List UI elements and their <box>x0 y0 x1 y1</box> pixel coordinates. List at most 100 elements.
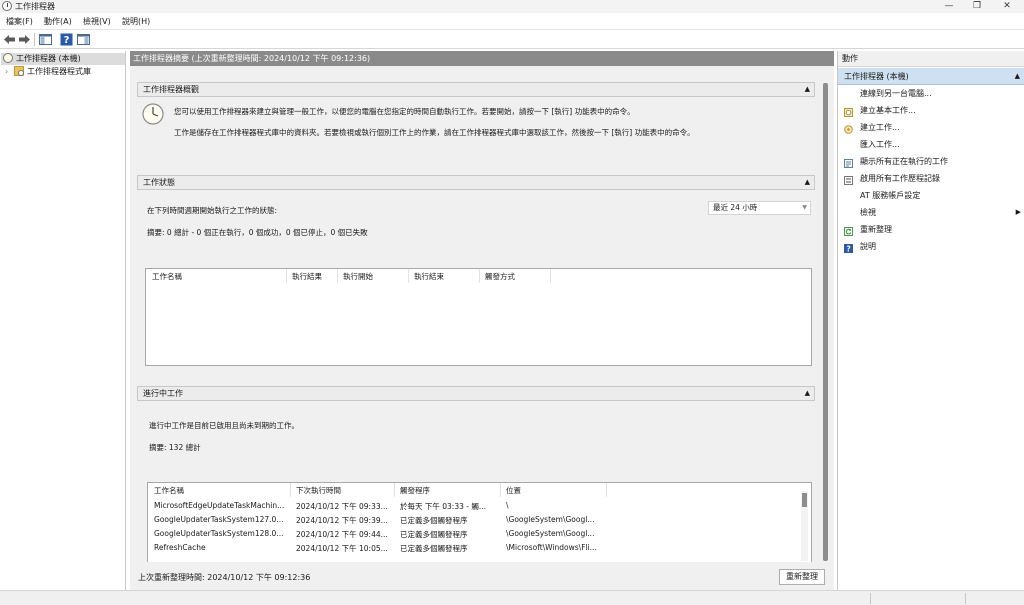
cell-task-name: RefreshCache <box>154 543 206 552</box>
menu-bar: 檔案(F) 動作(A) 檢視(V) 說明(H) <box>0 13 1024 30</box>
column-header-task-name[interactable]: 工作名稱 <box>152 271 182 282</box>
time-period-select[interactable]: 最近 24 小時 ▼ <box>708 201 811 215</box>
active-tasks-grid[interactable]: 工作名稱 下次執行時間 觸發程序 位置 MicrosoftEdgeUpdateT… <box>147 482 812 562</box>
minimize-button[interactable]: — <box>934 0 964 13</box>
last-refresh-time: 上次重新整理時間: 2024/10/12 下午 09:12:36 <box>138 573 311 582</box>
column-header-run-end[interactable]: 執行結束 <box>414 271 444 282</box>
section-title: 工作狀態 <box>143 178 175 187</box>
cell-location: \ <box>506 501 509 510</box>
help-icon[interactable]: ? <box>60 33 73 46</box>
submenu-arrow-icon: ▶ <box>1015 208 1021 216</box>
overview-text-2: 工作是儲存在工作排程器程式庫中的資料夾。若要檢視或執行個別工作上的作業，請在工作… <box>174 128 695 137</box>
collapse-caret-icon[interactable]: ▲ <box>805 83 810 96</box>
action-label: AT 服務帳戶設定 <box>860 191 921 200</box>
column-header-run-result[interactable]: 執行結果 <box>292 271 322 282</box>
menu-action[interactable]: 動作(A) <box>44 16 72 27</box>
grid-scrollbar-thumb[interactable] <box>802 493 807 507</box>
column-divider[interactable] <box>479 269 480 283</box>
action-at-service-account[interactable]: AT 服務帳戶設定 <box>838 187 1024 204</box>
grid-scrollbar[interactable] <box>801 491 808 561</box>
overview-section-body: 您可以使用工作排程器來建立與管理一般工作，以便您的電腦在您指定的時間自動執行工作… <box>137 98 815 166</box>
active-tasks-section-header[interactable]: 進行中工作 ▲ <box>137 386 815 401</box>
column-divider[interactable] <box>550 269 551 283</box>
time-period-value: 最近 24 小時 <box>713 203 758 212</box>
collapse-caret-icon[interactable]: ▲ <box>805 387 810 400</box>
collapse-caret-icon[interactable]: ▲ <box>1015 68 1020 85</box>
action-import-task[interactable]: 匯入工作... <box>838 136 1024 153</box>
actions-group-label: 工作排程器 (本機) <box>844 72 909 81</box>
show-hide-action-pane-icon[interactable] <box>77 33 90 46</box>
tree-item-task-scheduler-local[interactable]: 工作排程器 (本機) <box>1 53 125 65</box>
action-create-basic-task[interactable]: 建立基本工作... <box>838 102 1024 119</box>
action-label: 匯入工作... <box>860 140 900 149</box>
cell-next-run: 2024/10/12 下午 09:44... <box>296 530 388 539</box>
active-tasks-section-body: 進行中工作是目前已啟用且尚未到期的工作。 摘要: 132 總計 工作名稱 下次執… <box>137 402 815 562</box>
overview-section-header[interactable]: 工作排程器概觀 ▲ <box>137 82 815 97</box>
column-header-run-start[interactable]: 執行開始 <box>343 271 373 282</box>
column-divider[interactable] <box>606 483 607 497</box>
action-label: 檢視 <box>860 208 876 217</box>
cell-location: \GoogleSystem\Googl... <box>506 515 595 524</box>
column-divider[interactable] <box>290 483 291 497</box>
action-view[interactable]: 檢視 ▶ <box>838 204 1024 221</box>
tree-item-task-library[interactable]: › 工作排程器程式庫 <box>5 66 125 78</box>
action-label: 建立工作... <box>860 123 900 132</box>
summary-scrollbar-thumb[interactable] <box>823 83 828 561</box>
cell-location: \Microsoft\Windows\Fli... <box>506 543 597 552</box>
cell-task-name: MicrosoftEdgeUpdateTaskMachin... <box>154 501 285 510</box>
action-label: 啟用所有工作歷程記錄 <box>860 174 940 183</box>
close-button[interactable]: ✕ <box>992 0 1022 13</box>
show-hide-tree-icon[interactable] <box>39 33 52 46</box>
refresh-icon <box>844 225 853 236</box>
section-title: 進行中工作 <box>143 389 183 398</box>
menu-help[interactable]: 說明(H) <box>122 16 150 27</box>
action-label: 連線到另一台電腦... <box>860 89 932 98</box>
active-tasks-description: 進行中工作是目前已啟用且尚未到期的工作。 <box>149 421 299 430</box>
column-divider[interactable] <box>394 483 395 497</box>
menu-view[interactable]: 檢視(V) <box>83 16 111 27</box>
column-divider[interactable] <box>408 269 409 283</box>
action-refresh[interactable]: 重新整理 <box>838 221 1024 238</box>
summary-pane: 工作排程器摘要 (上次重新整理時間: 2024/10/12 下午 09:12:3… <box>130 51 834 590</box>
cell-triggers: 於每天 下午 03:33 - 觸... <box>400 502 487 511</box>
summary-scrollbar[interactable] <box>822 83 829 563</box>
action-label: 說明 <box>860 242 876 251</box>
task-status-section-header[interactable]: 工作狀態 ▲ <box>137 175 815 190</box>
maximize-button[interactable]: ❐ <box>962 0 992 13</box>
console-tree: 工作排程器 (本機) › 工作排程器程式庫 <box>0 51 126 590</box>
action-create-task[interactable]: 建立工作... <box>838 119 1024 136</box>
running-tasks-icon <box>844 157 853 168</box>
action-help[interactable]: ? 說明 <box>838 238 1024 255</box>
collapse-caret-icon[interactable]: ▲ <box>805 176 810 189</box>
cell-task-name: GoogleUpdaterTaskSystem128.0... <box>154 529 284 538</box>
action-connect-to-another-computer[interactable]: 連線到另一台電腦... <box>838 85 1024 102</box>
action-display-running-tasks[interactable]: 顯示所有正在執行的工作 <box>838 153 1024 170</box>
forward-icon[interactable] <box>18 33 31 46</box>
clock-icon <box>3 53 13 63</box>
cell-triggers: 已定義多個觸發程序 <box>400 544 468 553</box>
refresh-button[interactable]: 重新整理 <box>779 569 825 585</box>
column-header-triggered-by[interactable]: 觸發方式 <box>485 271 515 282</box>
help-icon: ? <box>844 242 853 254</box>
toolbar: ? <box>0 30 1024 49</box>
column-divider[interactable] <box>500 483 501 497</box>
back-icon[interactable] <box>3 33 16 46</box>
actions-group-header[interactable]: 工作排程器 (本機) ▲ <box>838 68 1024 85</box>
cell-triggers: 已定義多個觸發程序 <box>400 530 468 539</box>
history-icon <box>844 174 853 185</box>
status-bar-divider <box>965 593 966 604</box>
action-enable-task-history[interactable]: 啟用所有工作歷程記錄 <box>838 170 1024 187</box>
task-status-section-body: 在下列時間週期開始執行之工作的狀態: 最近 24 小時 ▼ 摘要: 0 總計 -… <box>137 191 815 387</box>
column-header-task-name[interactable]: 工作名稱 <box>154 485 184 496</box>
column-divider[interactable] <box>337 269 338 283</box>
active-tasks-summary: 摘要: 132 總計 <box>149 443 201 452</box>
expand-chevron-icon[interactable]: › <box>5 66 14 78</box>
menu-file[interactable]: 檔案(F) <box>6 16 33 27</box>
column-header-triggers[interactable]: 觸發程序 <box>400 485 430 496</box>
column-header-location[interactable]: 位置 <box>506 485 521 496</box>
column-header-next-run[interactable]: 下次執行時間 <box>296 485 341 496</box>
status-period-label: 在下列時間週期開始執行之工作的狀態: <box>147 206 278 215</box>
actions-pane: 動作 工作排程器 (本機) ▲ 連線到另一台電腦... 建立基本工作... 建立… <box>837 51 1024 590</box>
task-status-grid[interactable]: 工作名稱 執行結果 執行開始 執行結束 觸發方式 <box>145 268 812 366</box>
column-divider[interactable] <box>286 269 287 283</box>
